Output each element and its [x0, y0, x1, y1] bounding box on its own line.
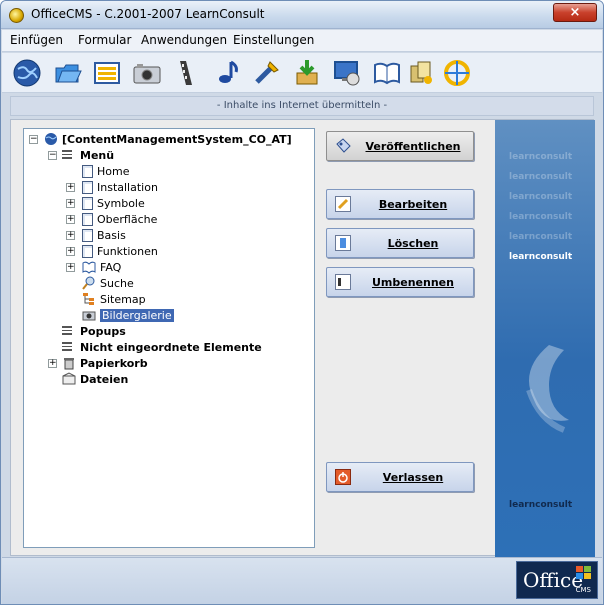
gallery-icon[interactable] — [407, 58, 437, 88]
menu-formular[interactable]: Formular — [78, 33, 131, 47]
tag-icon — [335, 138, 351, 154]
search-icon — [82, 276, 96, 290]
office-cms-logo: Office CMS — [516, 561, 598, 599]
close-button[interactable]: × — [553, 3, 597, 22]
sidebar-logo-3: learnconsult — [509, 192, 573, 202]
tree-expander-oberflaeche[interactable]: + — [66, 215, 75, 224]
tree-expander-faq[interactable]: + — [66, 263, 75, 272]
folder-icon[interactable] — [52, 58, 82, 88]
edit-icon — [335, 196, 351, 212]
tree-expander-basis[interactable]: + — [66, 231, 75, 240]
sidebar-logo-4: learnconsult — [509, 212, 573, 222]
film-icon[interactable] — [172, 58, 202, 88]
tree-expander-symbole[interactable]: + — [66, 199, 75, 208]
lines-icon — [62, 148, 76, 162]
list-icon[interactable] — [92, 58, 122, 88]
app-icon — [9, 8, 24, 23]
camera-icon — [82, 308, 96, 322]
tree-item-funktionen[interactable]: Funktionen — [82, 243, 158, 259]
tree-item-trash[interactable]: Papierkorb — [62, 355, 148, 371]
tree-expander-installation[interactable]: + — [66, 183, 75, 192]
page-icon — [82, 196, 93, 210]
page-icon — [82, 164, 93, 178]
windows-flag-icon — [576, 566, 591, 579]
toolbar — [2, 53, 602, 93]
box-icon — [62, 372, 76, 386]
tree-root[interactable]: [ContentManagementSystem_CO_AT] — [44, 131, 292, 147]
brand-swoosh-icon — [526, 345, 569, 433]
brand-sidebar: learnconsult learnconsult learnconsult l… — [495, 120, 595, 557]
delete-button[interactable]: Löschen — [326, 228, 474, 258]
tree-item-basis[interactable]: Basis — [82, 227, 126, 243]
tree-expander-funktionen[interactable]: + — [66, 247, 75, 256]
compass-icon[interactable] — [442, 58, 472, 88]
menu-einstellungen[interactable]: Einstellungen — [233, 33, 314, 47]
publish-button[interactable]: Veröffentlichen — [326, 131, 474, 161]
sidebar-logo-1: learnconsult — [509, 152, 573, 162]
tree-item-suche[interactable]: Suche — [82, 275, 134, 291]
lines-icon — [62, 324, 76, 338]
sidebar-logo-5: learnconsult — [509, 232, 573, 242]
globe-icon[interactable] — [12, 58, 42, 88]
menu-bar: Einfügen Formular Anwendungen Einstellun… — [2, 30, 602, 52]
power-icon — [335, 469, 351, 485]
status-bar: Office CMS — [2, 557, 602, 604]
sidebar-logo-2: learnconsult — [509, 172, 573, 182]
music-icon[interactable] — [212, 58, 242, 88]
download-icon[interactable] — [292, 58, 322, 88]
title-bar[interactable]: OfficeCMS - C.2001-2007 LearnConsult × — [1, 1, 603, 29]
menu-einfuegen[interactable]: Einfügen — [10, 33, 63, 47]
status-hint: - Inhalte ins Internet übermitteln - — [10, 96, 594, 116]
menu-anwendungen[interactable]: Anwendungen — [141, 33, 227, 47]
tree-item-bildergalerie[interactable]: Bildergalerie — [82, 307, 174, 323]
tree-expander-menu[interactable]: − — [48, 151, 57, 160]
rename-button[interactable]: Umbenennen — [326, 267, 474, 297]
tree-item-home[interactable]: Home — [82, 163, 129, 179]
lines-icon — [62, 340, 76, 354]
sidebar-logo-active: learnconsult — [509, 252, 573, 262]
tree-expander-trash[interactable]: + — [48, 359, 57, 368]
tree-item-installation[interactable]: Installation — [82, 179, 158, 195]
page-icon — [82, 244, 93, 258]
page-icon — [82, 228, 93, 242]
tree-item-popups[interactable]: Popups — [62, 323, 126, 339]
tree-expander-root[interactable]: − — [29, 135, 38, 144]
main-content: − [ContentManagementSystem_CO_AT] − Menü… — [10, 119, 595, 557]
sidebar-logo-bottom: learnconsult — [509, 500, 573, 510]
page-icon — [82, 180, 93, 194]
book-icon — [82, 260, 96, 274]
tree-item-symbole[interactable]: Symbole — [82, 195, 145, 211]
app-window: OfficeCMS - C.2001-2007 LearnConsult × E… — [0, 0, 604, 605]
screen-icon[interactable] — [332, 58, 362, 88]
site-tree[interactable]: − [ContentManagementSystem_CO_AT] − Menü… — [23, 128, 315, 548]
globe-icon — [44, 132, 58, 146]
exit-button[interactable]: Verlassen — [326, 462, 474, 492]
edit-button[interactable]: Bearbeiten — [326, 189, 474, 219]
sitemap-icon — [82, 292, 96, 306]
page-icon — [82, 212, 93, 226]
tree-item-files[interactable]: Dateien — [62, 371, 128, 387]
camera-icon[interactable] — [132, 58, 162, 88]
trash-icon — [62, 356, 76, 370]
tree-item-sitemap[interactable]: Sitemap — [82, 291, 146, 307]
delete-icon — [335, 235, 351, 251]
rename-icon — [335, 274, 351, 290]
tree-item-unsorted[interactable]: Nicht eingeordnete Elemente — [62, 339, 262, 355]
window-title: OfficeCMS - C.2001-2007 LearnConsult — [31, 7, 265, 21]
tree-item-oberflaeche[interactable]: Oberfläche — [82, 211, 157, 227]
book-icon[interactable] — [372, 58, 402, 88]
tree-item-menu[interactable]: Menü — [62, 147, 114, 163]
tools-icon[interactable] — [252, 58, 282, 88]
tree-item-faq[interactable]: FAQ — [82, 259, 121, 275]
